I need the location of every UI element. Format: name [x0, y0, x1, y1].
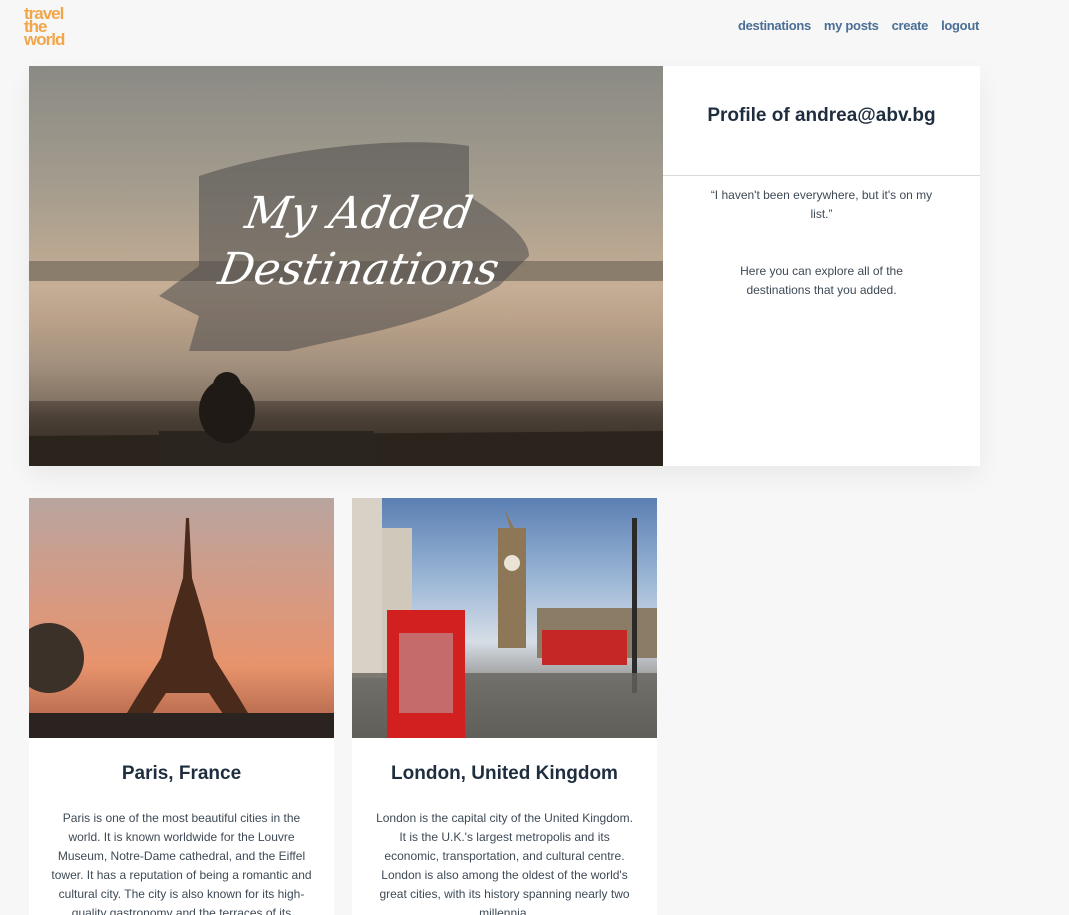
hero-title-line-2: Destinations: [214, 244, 504, 295]
hero-section: My Added Destinations Profile of andrea@…: [29, 66, 980, 466]
nav-logout[interactable]: logout: [941, 18, 979, 33]
hero-title-line-1: My Added: [241, 188, 477, 239]
profile-quote: “I haven't been everywhere, but it's on …: [710, 188, 933, 221]
destination-card-london[interactable]: London, United Kingdom London is the cap…: [352, 498, 657, 915]
profile-panel: Profile of andrea@abv.bg “I haven't been…: [663, 66, 980, 466]
nav-my-posts[interactable]: my posts: [824, 18, 879, 33]
hero-image: My Added Destinations: [29, 66, 663, 466]
hero-title: My Added Destinations: [214, 186, 504, 298]
main-nav: destinations my posts create logout: [738, 18, 979, 33]
logo-line-3: world: [24, 30, 65, 49]
eiffel-tower-illustration: [29, 518, 334, 738]
destination-card-paris[interactable]: Paris, France Paris is one of the most b…: [29, 498, 334, 915]
profile-description: Here you can explore all of the destinat…: [740, 264, 903, 297]
card-title-paris: Paris, France: [121, 763, 242, 784]
london-photo: [352, 498, 657, 738]
nav-create[interactable]: create: [892, 18, 929, 33]
logo[interactable]: travel the world: [24, 5, 84, 49]
nav-destinations[interactable]: destinations: [738, 18, 811, 33]
profile-title: Profile of andrea@abv.bg: [663, 66, 980, 176]
london-scene-illustration: [352, 498, 657, 738]
card-text-paris: Paris is one of the most beautiful citie…: [51, 811, 312, 915]
paris-photo: [29, 498, 334, 738]
card-title-london: London, United Kingdom: [391, 763, 618, 784]
card-text-london: London is the capital city of the United…: [376, 811, 633, 915]
